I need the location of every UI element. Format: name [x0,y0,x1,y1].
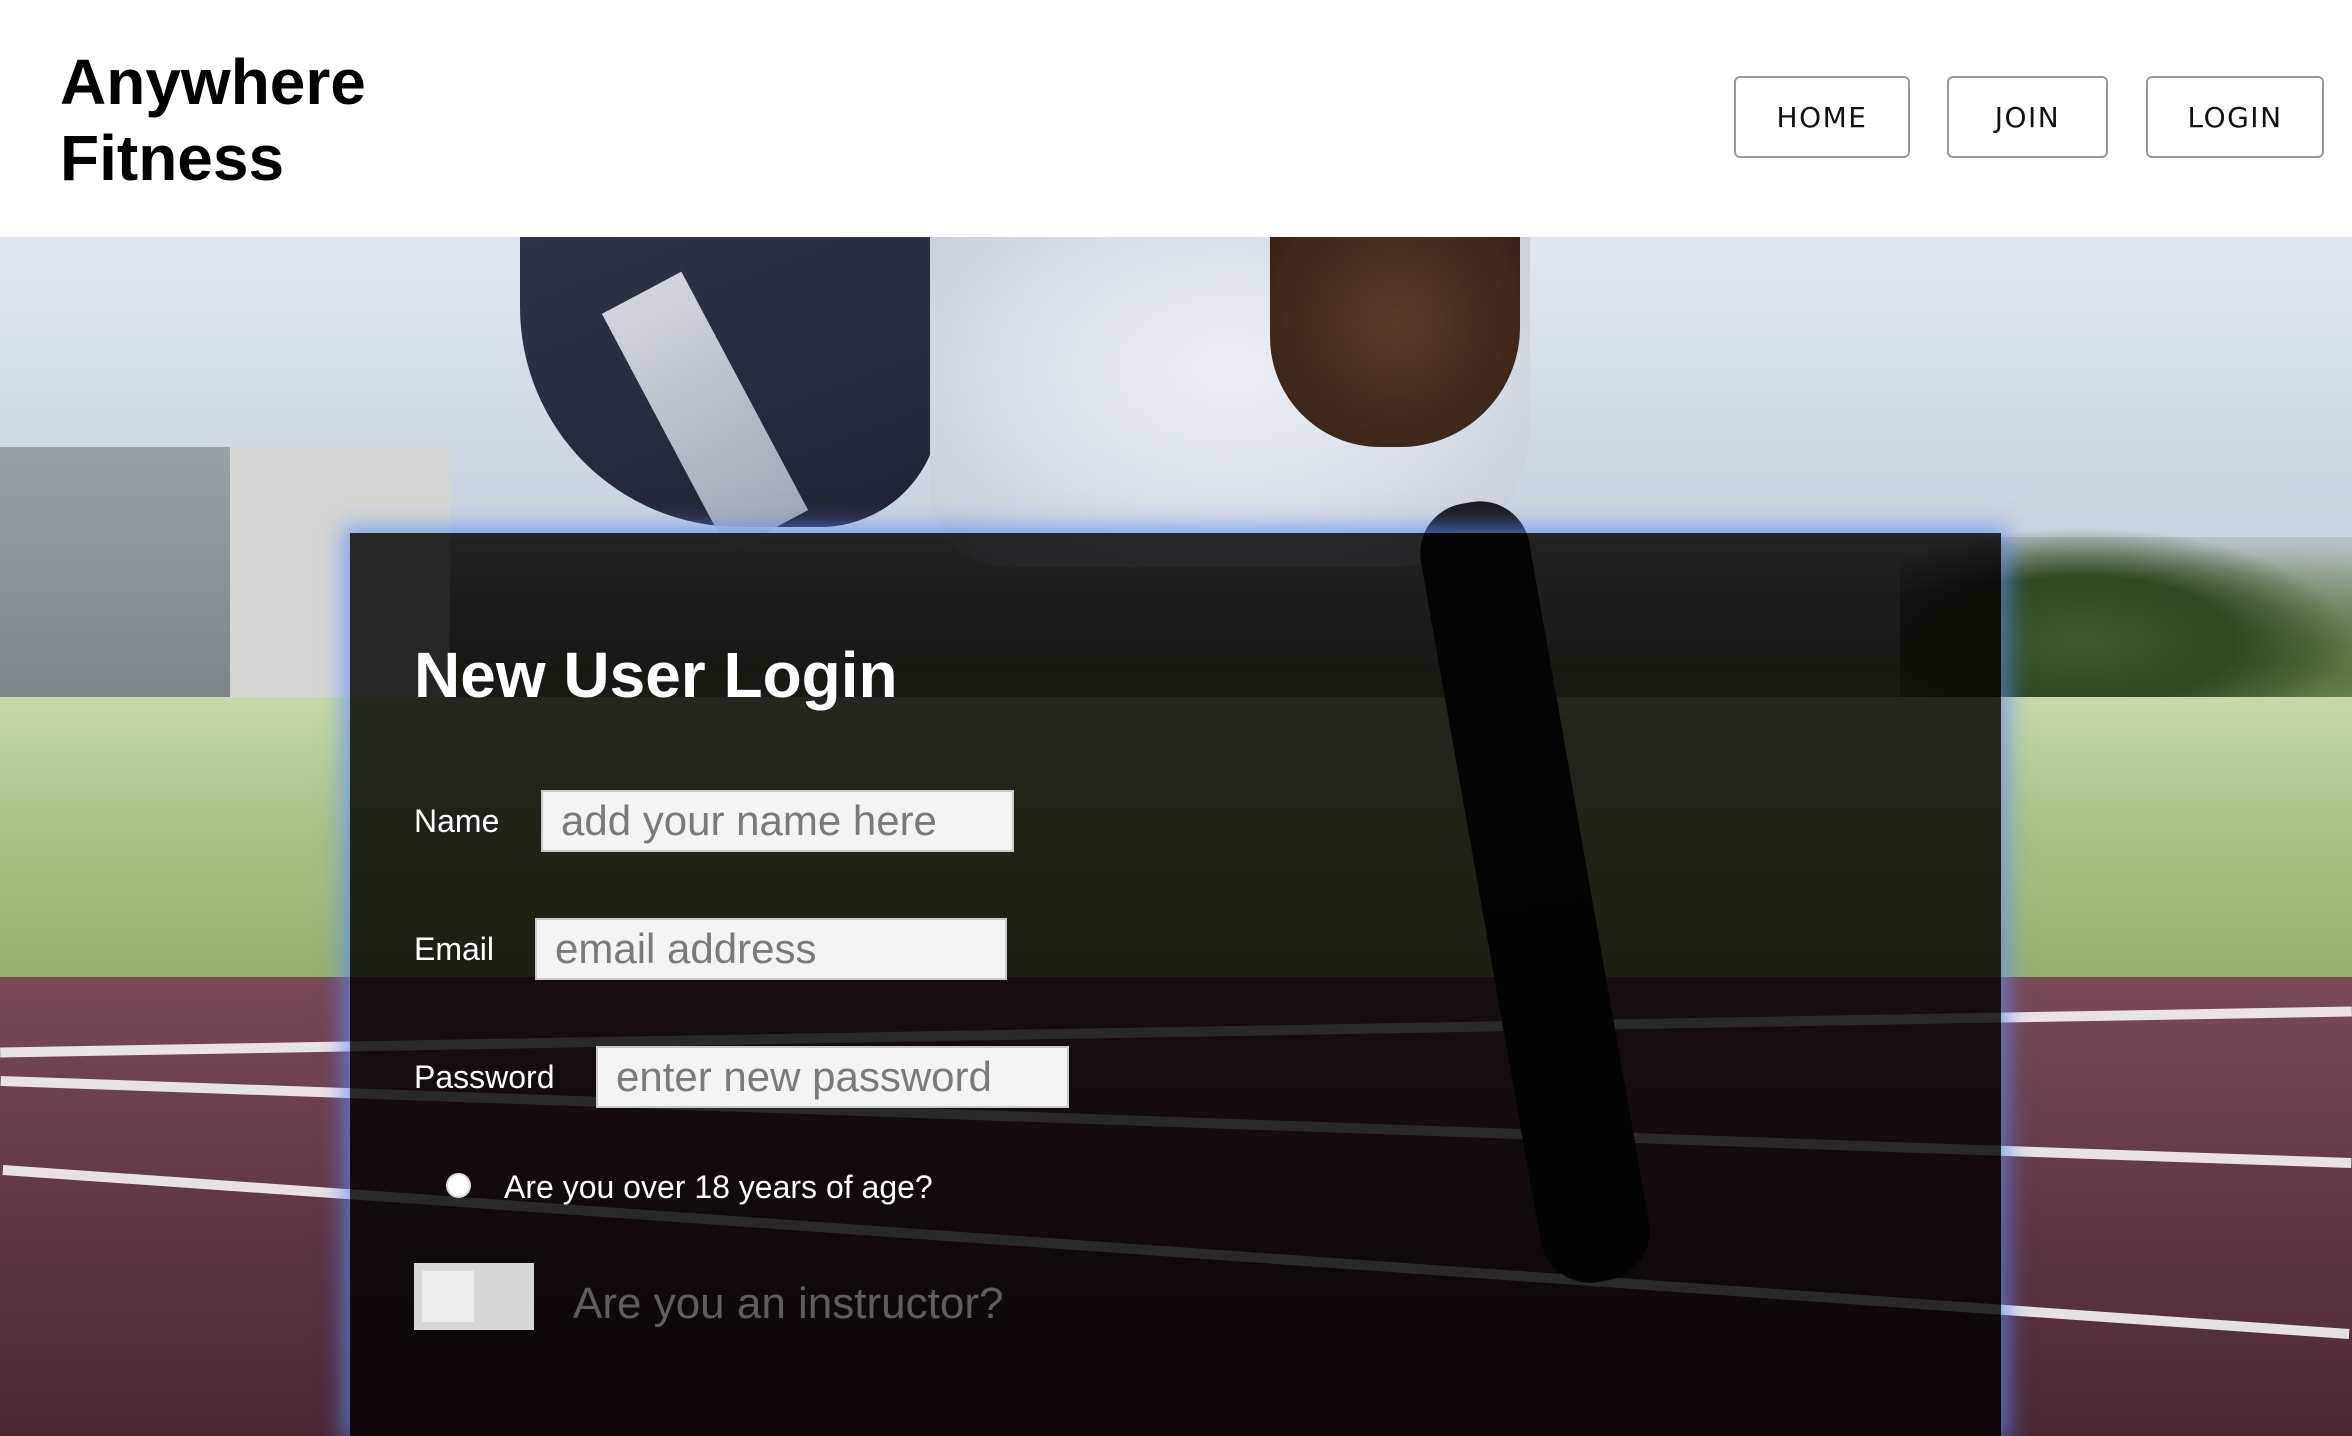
site-header: Anywhere Fitness HOME JOIN LOGIN [0,0,2352,237]
password-input[interactable] [596,1046,1069,1108]
brand-logo[interactable]: Anywhere Fitness [60,44,366,196]
form-title: New User Login [414,639,898,711]
password-label: Password [414,1059,555,1095]
toggle-knob [422,1271,474,1322]
instructor-toggle-label: Are you an instructor? [573,1279,1004,1328]
nav-home-button[interactable]: HOME [1734,76,1910,158]
age-radio-label: Are you over 18 years of age? [504,1169,933,1205]
email-label: Email [414,931,495,967]
name-input[interactable] [541,790,1014,852]
login-form-card: New User Login Name Email Password Are y… [350,533,2001,1436]
brand-line-1: Anywhere [60,46,366,118]
instructor-toggle[interactable] [414,1263,534,1330]
nav-login-button[interactable]: LOGIN [2146,76,2324,158]
email-input[interactable] [535,918,1007,980]
name-label: Name [414,803,500,839]
nav-join-button[interactable]: JOIN [1947,76,2108,158]
brand-line-2: Fitness [60,122,285,194]
age-radio-button[interactable] [446,1173,471,1198]
